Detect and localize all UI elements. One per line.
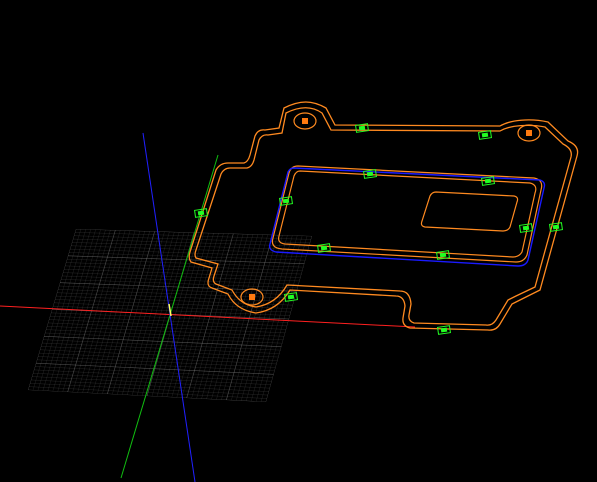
drawing-canvas[interactable] xyxy=(0,0,597,482)
viewport-background xyxy=(0,0,597,482)
cad-3d-viewport[interactable] xyxy=(0,0,597,482)
hole-center-marker-icon xyxy=(526,130,532,136)
hole-center-marker-icon xyxy=(302,118,308,124)
hole-center-marker-icon xyxy=(249,294,255,300)
